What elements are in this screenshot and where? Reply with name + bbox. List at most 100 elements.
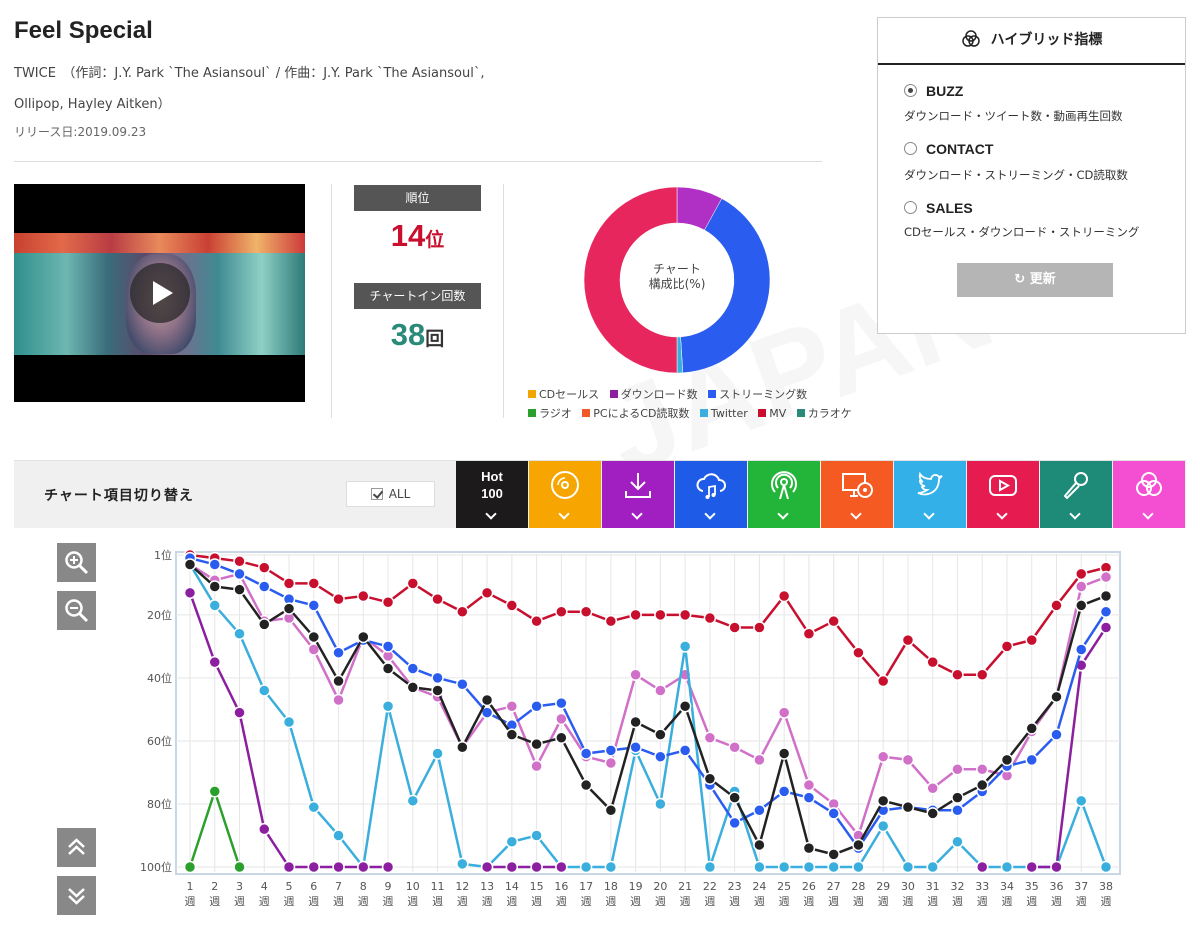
chart-toolbar-title: チャート項目切り替え xyxy=(44,488,194,504)
data-point xyxy=(703,731,717,745)
option-sales-label: SALES xyxy=(926,200,973,216)
x-tick-unit: 週 xyxy=(655,895,666,908)
x-tick-label: 35 xyxy=(1025,880,1039,893)
hybrid-icon xyxy=(961,30,980,47)
x-tick-unit: 週 xyxy=(1101,895,1112,908)
data-point xyxy=(1099,860,1113,874)
tab-cd-sales[interactable] xyxy=(529,461,601,528)
data-point xyxy=(381,640,395,653)
tab-hot100[interactable]: Hot 100 xyxy=(456,461,528,528)
data-point xyxy=(629,715,642,729)
chevron-down-icon xyxy=(485,508,497,520)
twitter-icon xyxy=(917,471,943,496)
data-point xyxy=(332,674,345,688)
data-point xyxy=(827,614,840,628)
data-point xyxy=(604,614,618,628)
legend-swatch xyxy=(582,409,591,417)
option-sales-desc: CDセールス・ダウンロード・ストリーミング xyxy=(904,225,1140,239)
y-tick-label: 1位 xyxy=(154,548,172,562)
data-point xyxy=(381,860,395,874)
data-point xyxy=(703,772,717,786)
pc-cd-icon xyxy=(842,473,873,498)
all-checkbox[interactable]: ALL xyxy=(346,481,435,507)
data-point xyxy=(505,700,519,713)
legend-label: ダウンロード数 xyxy=(620,388,698,401)
data-point xyxy=(678,700,692,713)
tab-mv[interactable] xyxy=(967,461,1039,528)
data-point xyxy=(876,750,890,763)
data-point xyxy=(1025,722,1038,735)
checkbox-icon[interactable] xyxy=(370,488,383,500)
refresh-icon: ↻ xyxy=(1014,272,1030,287)
refresh-button[interactable]: ↻ 更新 xyxy=(957,263,1113,297)
x-tick-unit: 週 xyxy=(977,895,988,908)
donut-legend-row2: ラジオ PCによるCD読取数 Twitter MV カラオケ xyxy=(528,405,859,421)
tab-download[interactable] xyxy=(602,461,674,528)
x-tick-label: 24 xyxy=(752,880,766,893)
data-point xyxy=(654,684,667,697)
option-contact[interactable]: CONTACT xyxy=(904,139,993,158)
data-point xyxy=(307,599,321,612)
data-point xyxy=(233,567,246,581)
hot100-label: Hot 100 xyxy=(456,468,528,502)
radio-sales[interactable] xyxy=(904,201,917,214)
y-tick-label: 60位 xyxy=(147,734,172,748)
x-tick-unit: 週 xyxy=(927,895,938,908)
data-point xyxy=(975,763,989,776)
data-point xyxy=(555,605,568,618)
tab-hybrid[interactable] xyxy=(1113,461,1185,528)
option-buzz-label: BUZZ xyxy=(926,83,964,99)
donut-center-line2: 構成比(%) xyxy=(648,277,706,291)
tab-radio[interactable] xyxy=(748,461,820,528)
play-icon[interactable] xyxy=(130,263,190,323)
legend-swatch xyxy=(708,390,717,398)
legend-item: ストリーミング数 xyxy=(708,388,807,401)
hybrid-panel-title: ハイブリッド指標 xyxy=(990,32,1103,48)
tab-twitter[interactable] xyxy=(894,461,966,528)
data-point xyxy=(1050,690,1063,704)
data-point xyxy=(530,860,543,874)
data-point xyxy=(233,706,246,719)
data-point xyxy=(555,712,568,726)
scroll-up-button[interactable] xyxy=(57,828,96,867)
tab-karaoke[interactable] xyxy=(1040,461,1112,528)
data-point xyxy=(777,785,791,798)
data-point xyxy=(183,860,197,874)
chevron-down-icon xyxy=(923,508,935,520)
scroll-down-button[interactable] xyxy=(57,876,96,915)
x-tick-unit: 週 xyxy=(581,895,592,908)
data-point xyxy=(307,577,321,590)
legend-swatch xyxy=(796,409,805,417)
legend-swatch xyxy=(528,409,536,417)
tab-pc-cd-read[interactable] xyxy=(821,461,893,528)
data-point xyxy=(1025,860,1038,874)
release-date: リリース日:2019.09.23 xyxy=(14,125,147,139)
x-tick-label: 19 xyxy=(629,880,643,893)
zoom-out-button[interactable] xyxy=(57,591,96,630)
option-buzz[interactable]: BUZZ xyxy=(904,81,963,100)
x-tick-unit: 週 xyxy=(209,895,220,908)
data-point xyxy=(183,558,197,571)
download-icon xyxy=(625,473,651,498)
legend-item: ラジオ xyxy=(528,407,572,420)
x-tick-unit: 週 xyxy=(680,895,691,908)
video-player[interactable] xyxy=(14,184,305,402)
x-tick-unit: 週 xyxy=(1001,895,1012,908)
hybrid-panel-header: ハイブリッド指標 xyxy=(878,18,1185,63)
x-tick-label: 11 xyxy=(431,880,445,893)
tab-streaming[interactable] xyxy=(675,461,747,528)
y-tick-label: 100位 xyxy=(140,860,172,874)
data-point xyxy=(208,655,222,669)
cd-icon xyxy=(551,471,579,499)
radio-contact[interactable] xyxy=(904,142,917,155)
data-point xyxy=(258,684,271,697)
x-tick-unit: 週 xyxy=(358,895,369,908)
radio-buzz[interactable] xyxy=(904,84,917,97)
data-point xyxy=(728,791,741,804)
option-sales[interactable]: SALES xyxy=(904,198,973,217)
zoom-in-button[interactable] xyxy=(57,543,96,582)
hot-100-label: 100 xyxy=(481,486,503,501)
legend-item: PCによるCD読取数 xyxy=(582,407,689,420)
x-tick-unit: 週 xyxy=(259,895,270,908)
data-point xyxy=(852,838,865,852)
